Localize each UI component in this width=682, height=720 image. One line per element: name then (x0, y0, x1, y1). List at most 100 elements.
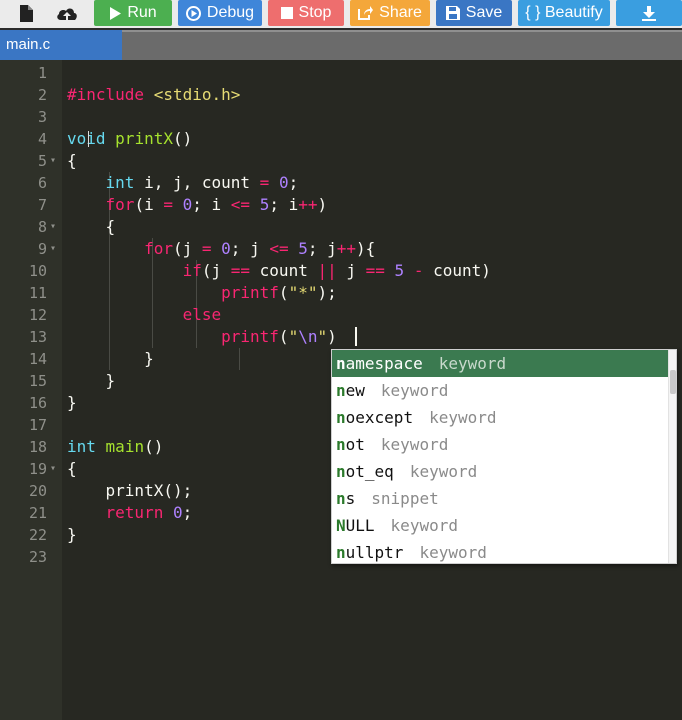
item-rest: ot_eq (345, 462, 394, 481)
code-line: } (67, 393, 77, 412)
item-meta: keyword (390, 516, 458, 535)
match-prefix: n (336, 408, 346, 427)
save-button[interactable]: Save (436, 0, 512, 26)
autocomplete-popup[interactable]: namespace keyword new keyword noexcept keyw… (331, 349, 677, 564)
line-number: 5 (37, 152, 47, 170)
line-number: 20 (28, 482, 47, 500)
play-icon (110, 6, 122, 20)
code-line: return 0; (105, 503, 193, 522)
match-prefix: N (336, 516, 346, 535)
toolbar: Run Debug Stop Share Save { } Beautify (0, 0, 682, 28)
mouse-i-beam-cursor (88, 131, 89, 147)
code-line: else (182, 305, 222, 324)
autocomplete-item[interactable]: not keyword (332, 431, 670, 458)
fold-arrow-icon[interactable]: ▾ (50, 458, 58, 480)
share-button[interactable]: Share (350, 0, 430, 26)
download-button[interactable] (616, 0, 682, 26)
line-number: 10 (28, 262, 47, 280)
autocomplete-item[interactable]: noexcept keyword (332, 404, 670, 431)
item-rest: ew (345, 381, 365, 400)
code-line: { (67, 217, 116, 236)
upload-button[interactable] (48, 0, 86, 26)
line-number: 7 (37, 196, 47, 214)
indent-guide (239, 348, 240, 370)
line-number: 2 (37, 86, 47, 104)
match-prefix: n (336, 462, 346, 481)
line-number: 1 (37, 64, 47, 82)
item-rest: s (345, 489, 356, 508)
code-line: int i, j, count = 0; (105, 173, 299, 192)
line-number: 17 (28, 416, 47, 434)
item-rest: amespace (345, 354, 423, 373)
text-caret (355, 327, 357, 346)
item-rest: ot (345, 435, 365, 454)
autocomplete-item[interactable]: NULL keyword (332, 512, 670, 539)
item-meta: keyword (380, 381, 449, 400)
scrollbar-thumb[interactable] (670, 370, 676, 394)
code-line: { (67, 459, 77, 478)
tab-main-c[interactable]: main.c (0, 30, 122, 60)
run-button[interactable]: Run (94, 0, 172, 26)
item-rest: oexcept (345, 408, 414, 427)
item-rest: ullptr (345, 543, 404, 562)
cloud-upload-icon (57, 8, 77, 20)
stop-label: Stop (298, 4, 332, 21)
debug-button[interactable]: Debug (178, 0, 262, 26)
line-number: 4 (37, 130, 47, 148)
autocomplete-item[interactable]: nullptr keyword (332, 539, 670, 563)
line-number-gutter: 1 2 3 4 5 6 7 8 9 10 11 12 13 14 15 16 1… (0, 60, 62, 720)
item-meta: snippet (371, 489, 439, 508)
beautify-label: { } Beautify (525, 4, 603, 21)
item-rest: ULL (345, 516, 375, 535)
download-icon (642, 5, 656, 21)
line-number: 3 (37, 108, 47, 126)
item-meta: keyword (380, 435, 449, 454)
file-tab-bar: main.c (0, 30, 682, 60)
match-prefix: n (336, 435, 346, 454)
debug-label: Debug (206, 4, 255, 21)
run-label: Run (127, 4, 157, 21)
fold-arrow-icon[interactable]: ▾ (50, 150, 58, 172)
line-number: 6 (37, 174, 47, 192)
beautify-button[interactable]: { } Beautify (518, 0, 610, 26)
match-prefix: n (336, 381, 346, 400)
autocomplete-item[interactable]: ns snippet (332, 485, 670, 512)
tab-bar-empty-area (122, 30, 682, 60)
code-line: printf("*"); (221, 283, 337, 302)
stop-icon (280, 7, 293, 19)
autocomplete-item[interactable]: not_eq keyword (332, 458, 670, 485)
stop-button[interactable]: Stop (268, 0, 344, 26)
new-file-button[interactable] (8, 0, 44, 26)
save-label: Save (465, 4, 503, 21)
share-label: Share (379, 4, 422, 21)
code-line: void printX() (67, 129, 193, 148)
autocomplete-item[interactable]: new keyword (332, 377, 670, 404)
line-number: 15 (28, 372, 47, 390)
match-prefix: n (336, 354, 346, 373)
code-line: int main() (67, 437, 164, 456)
code-line: } (67, 525, 77, 544)
autocomplete-item[interactable]: namespace keyword (332, 350, 670, 377)
item-meta: keyword (429, 408, 497, 427)
code-line: for(i = 0; i <= 5; i++) (105, 195, 328, 214)
line-number: 21 (28, 504, 47, 522)
autocomplete-scrollbar[interactable] (668, 350, 676, 563)
line-number: 13 (28, 328, 47, 346)
line-number: 14 (28, 350, 47, 368)
code-line: { (67, 151, 77, 170)
share-icon (358, 6, 374, 20)
match-prefix: n (336, 543, 346, 562)
code-line: #include <stdio.h> (67, 85, 241, 104)
item-meta: keyword (419, 543, 487, 562)
fold-arrow-icon[interactable]: ▾ (50, 216, 58, 238)
line-number: 16 (28, 394, 47, 412)
code-line: if(j == count || j == 5 - count) (182, 261, 491, 280)
debug-icon (185, 5, 201, 21)
code-line: for(j = 0; j <= 5; j++){ (144, 239, 376, 258)
fold-arrow-icon[interactable]: ▾ (50, 238, 58, 260)
match-prefix: n (336, 489, 346, 508)
line-number: 18 (28, 438, 47, 456)
code-line: } (67, 349, 154, 368)
line-number: 22 (28, 526, 47, 544)
line-number: 9 (37, 240, 47, 258)
